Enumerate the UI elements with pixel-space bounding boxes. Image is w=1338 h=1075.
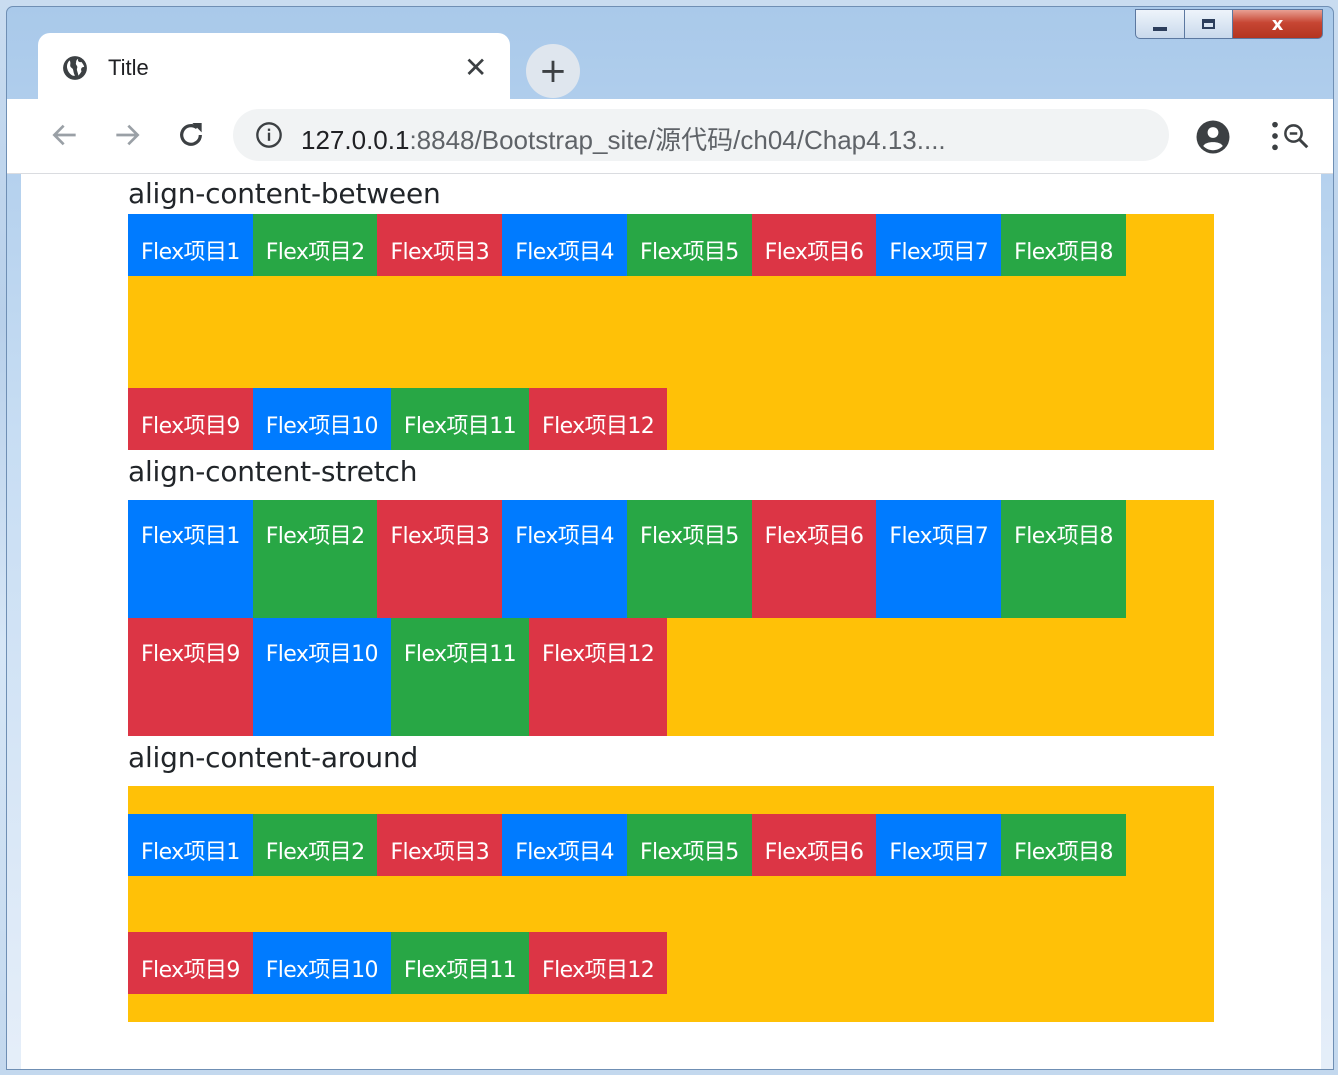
flex-item: Flex项目2 <box>252 814 378 876</box>
forward-arrow-icon[interactable] <box>111 119 143 151</box>
tab-close-icon[interactable]: ✕ <box>464 51 487 84</box>
flex-item: Flex项目1 <box>128 500 253 618</box>
flex-item: Flex项目11 <box>390 932 530 994</box>
flex-item: Flex项目4 <box>502 500 627 618</box>
window-controls: x <box>1135 9 1323 39</box>
flex-item: Flex项目6 <box>751 814 877 876</box>
maximize-icon <box>1202 19 1215 29</box>
flex-item: Flex项目6 <box>751 500 877 618</box>
flex-item: Flex项目8 <box>1001 214 1126 276</box>
flex-item: Flex项目5 <box>626 814 752 876</box>
page-content: align-content-between Flex项目1 Flex项目2 Fl… <box>128 174 1214 1022</box>
flex-item: Flex项目3 <box>377 500 503 618</box>
flex-item: Flex项目5 <box>626 214 752 276</box>
close-icon: x <box>1271 13 1284 35</box>
url-host: 127.0.0.1 <box>301 125 410 155</box>
flex-item: Flex项目4 <box>502 814 627 876</box>
window-close-button[interactable]: x <box>1233 9 1323 39</box>
heading-align-content-around: align-content-around <box>128 741 419 774</box>
flex-item: Flex项目11 <box>390 388 530 450</box>
flex-item: Flex项目6 <box>751 214 877 276</box>
flex-item: Flex项目12 <box>529 618 668 736</box>
url-text[interactable]: 127.0.0.1:8848/Bootstrap_site/源代码/ch04/C… <box>301 120 946 157</box>
info-icon[interactable] <box>255 121 283 149</box>
flex-item: Flex项目1 <box>128 814 253 876</box>
browser-toolbar: 127.0.0.1:8848/Bootstrap_site/源代码/ch04/C… <box>7 99 1333 174</box>
flex-item: Flex项目12 <box>529 932 668 994</box>
flex-item: Flex项目7 <box>876 214 1002 276</box>
browser-window: x Title ✕ + 127.0.0.1:8848/Bootstrap_sit… <box>6 6 1334 1070</box>
flex-item: Flex项目2 <box>252 500 378 618</box>
flex-item: Flex项目8 <box>1001 814 1126 876</box>
address-bar[interactable]: 127.0.0.1:8848/Bootstrap_site/源代码/ch04/C… <box>233 109 1309 161</box>
flex-item: Flex项目2 <box>252 214 378 276</box>
reload-icon[interactable] <box>175 119 207 151</box>
flex-item: Flex项目9 <box>128 618 253 736</box>
heading-align-content-stretch: align-content-stretch <box>128 455 418 488</box>
flex-item: Flex项目7 <box>876 814 1002 876</box>
flex-item: Flex项目9 <box>128 932 253 994</box>
browser-tab[interactable]: Title ✕ <box>38 33 510 103</box>
url-path: :8848/Bootstrap_site/源代码/ch04/Chap4.13..… <box>409 125 946 155</box>
flex-item: Flex项目1 <box>128 214 253 276</box>
page-viewport: align-content-between Flex项目1 Flex项目2 Fl… <box>21 174 1321 1069</box>
heading-align-content-between: align-content-between <box>128 177 441 210</box>
flex-item: Flex项目11 <box>390 618 530 736</box>
flex-container-around: Flex项目1 Flex项目2 Flex项目3 Flex项目4 Flex项目5 … <box>128 786 1214 1022</box>
more-menu-icon[interactable] <box>1265 119 1285 153</box>
flex-item: Flex项目10 <box>252 932 391 994</box>
globe-icon <box>63 56 87 80</box>
flex-item: Flex项目9 <box>128 388 253 450</box>
flex-item: Flex项目3 <box>377 214 503 276</box>
flex-item: Flex项目4 <box>502 214 627 276</box>
flex-item: Flex项目12 <box>529 388 668 450</box>
account-icon[interactable] <box>1195 119 1231 155</box>
flex-item: Flex项目10 <box>252 618 391 736</box>
flex-item: Flex项目10 <box>252 388 391 450</box>
flex-item: Flex项目3 <box>377 814 503 876</box>
flex-item: Flex项目7 <box>876 500 1002 618</box>
minimize-button[interactable] <box>1135 9 1185 39</box>
tab-title: Title <box>108 55 149 80</box>
back-arrow-icon[interactable] <box>49 119 81 151</box>
zoom-out-icon[interactable] <box>1281 121 1311 151</box>
maximize-button[interactable] <box>1185 9 1233 39</box>
new-tab-button[interactable]: + <box>526 44 580 98</box>
minimize-icon <box>1153 27 1167 31</box>
flex-container-between: Flex项目1 Flex项目2 Flex项目3 Flex项目4 Flex项目5 … <box>128 214 1214 450</box>
flex-container-stretch: Flex项目1 Flex项目2 Flex项目3 Flex项目4 Flex项目5 … <box>128 500 1214 736</box>
flex-item: Flex项目8 <box>1001 500 1126 618</box>
flex-item: Flex项目5 <box>626 500 752 618</box>
